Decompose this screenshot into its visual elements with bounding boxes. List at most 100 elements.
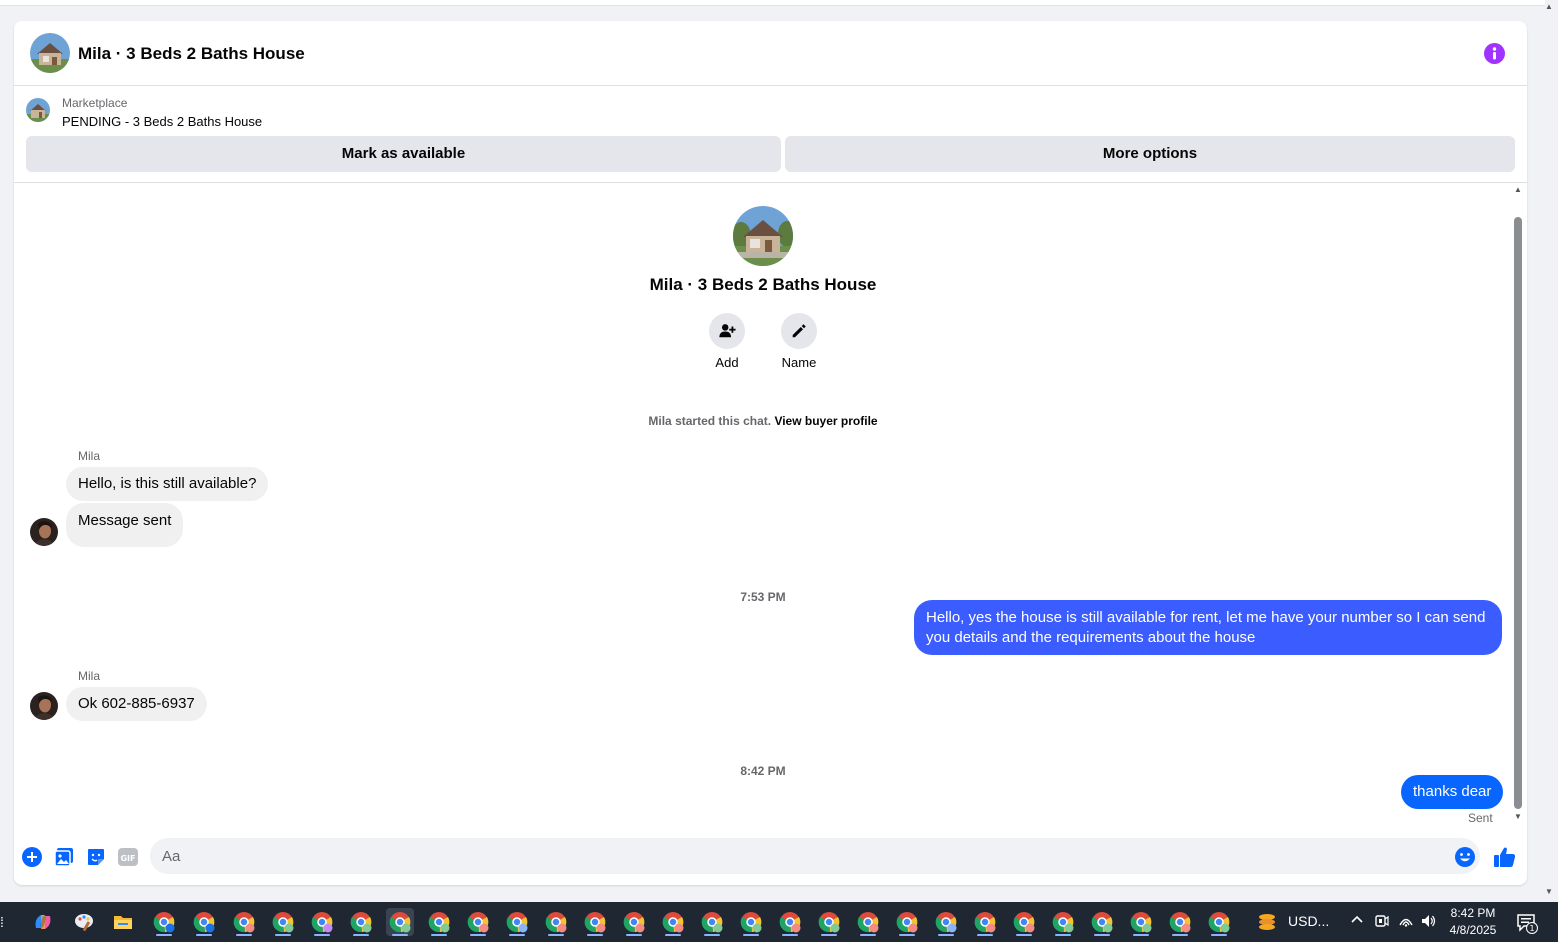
clock-date: 4/8/2025 (1449, 923, 1497, 937)
view-buyer-profile-link[interactable]: View buyer profile (774, 414, 877, 428)
notification-center-icon[interactable]: 1 (1515, 911, 1539, 935)
chrome-profile-icon[interactable] (269, 908, 297, 936)
running-indicator (236, 934, 252, 936)
window-scroll-up-arrow[interactable]: ▲ (1543, 2, 1555, 12)
incoming-message[interactable]: Ok 602-885-6937 (66, 687, 207, 721)
chrome-profile-icon[interactable] (308, 908, 336, 936)
mila-avatar[interactable] (30, 692, 58, 720)
scrollbar-thumb[interactable] (1514, 217, 1522, 809)
chrome-profile-icon[interactable] (150, 908, 178, 936)
chrome-profile-icon[interactable] (659, 908, 687, 936)
chrome-profile-icon[interactable] (932, 908, 960, 936)
marketplace-banner: Marketplace PENDING - 3 Beds 2 Baths Hou… (14, 87, 1527, 183)
outgoing-message[interactable]: Hello, yes the house is still available … (914, 600, 1502, 655)
message-status: Sent (1468, 811, 1493, 825)
name-label: Name (781, 355, 817, 370)
chrome-profile-icon[interactable] (737, 908, 765, 936)
chrome-profile-icon[interactable] (776, 908, 804, 936)
camera-status-icon[interactable] (1374, 913, 1390, 932)
edit-name-action[interactable]: Name (769, 313, 829, 370)
thumbs-up-icon[interactable] (1493, 845, 1517, 869)
chrome-profile-icon[interactable] (893, 908, 921, 936)
chat-intro-avatar (733, 206, 793, 266)
chrome-profile-icon[interactable] (1049, 908, 1077, 936)
listing-status: PENDING - 3 Beds 2 Baths House (62, 114, 263, 129)
running-indicator (196, 934, 212, 936)
chrome-profile-icon-active[interactable] (386, 908, 414, 936)
emoji-icon[interactable] (1454, 846, 1476, 868)
message-composer: GIF (14, 831, 1527, 885)
chrome-profile-icon[interactable] (464, 908, 492, 936)
gif-icon[interactable]: GIF (117, 846, 139, 868)
marketplace-label: Marketplace (62, 96, 128, 110)
running-indicator (314, 934, 330, 936)
chrome-profile-icon[interactable] (581, 908, 609, 936)
chrome-profile-icon[interactable] (1166, 908, 1194, 936)
currency-widget-label[interactable]: USD... (1288, 913, 1329, 929)
message-thread[interactable]: Mila · 3 Beds 2 Baths House Add Name Mil… (14, 183, 1527, 831)
mark-as-available-button[interactable]: Mark as available (26, 136, 781, 172)
running-indicator (938, 934, 954, 936)
message-timestamp: 8:42 PM (740, 764, 786, 778)
add-person-icon[interactable] (709, 313, 745, 349)
chrome-profile-icon[interactable] (190, 908, 218, 936)
message-sender-name: Mila (78, 449, 101, 463)
chrome-profile-icon[interactable] (1088, 908, 1116, 936)
message-sender-name: Mila (78, 669, 101, 683)
chrome-profile-icon[interactable] (230, 908, 258, 936)
chrome-profile-icon[interactable] (854, 908, 882, 936)
scroll-up-arrow[interactable]: ▲ (1513, 185, 1523, 195)
running-indicator (509, 934, 525, 936)
running-indicator (1094, 934, 1110, 936)
running-indicator (1211, 934, 1227, 936)
volume-icon[interactable] (1420, 913, 1436, 932)
incoming-message[interactable]: Message sent (66, 503, 184, 547)
running-indicator (977, 934, 993, 936)
add-people-action[interactable]: Add (697, 313, 757, 370)
running-indicator (392, 934, 408, 936)
more-options-button[interactable]: More options (785, 136, 1515, 172)
chrome-profile-icon[interactable] (1127, 908, 1155, 936)
message-input[interactable] (150, 838, 1480, 874)
currency-widget-icon[interactable] (1253, 908, 1281, 936)
chrome-profile-icon[interactable] (503, 908, 531, 936)
windows-taskbar: ⁞ USD... 8:42 PM 4/8/2025 1 (0, 902, 1558, 942)
sticker-icon[interactable] (85, 846, 107, 868)
svg-text:GIF: GIF (120, 854, 135, 863)
show-hidden-icons-chevron-icon[interactable] (1350, 913, 1364, 930)
window-scroll-down-arrow[interactable]: ▼ (1543, 886, 1555, 898)
photo-icon[interactable] (53, 846, 75, 868)
system-clock[interactable]: 8:42 PM 4/8/2025 (1440, 905, 1506, 939)
chrome-profile-icon[interactable] (698, 908, 726, 936)
chrome-profile-icon[interactable] (542, 908, 570, 936)
chrome-profile-icon[interactable] (1010, 908, 1038, 936)
mila-avatar[interactable] (30, 518, 58, 546)
chrome-profile-icon[interactable] (425, 908, 453, 936)
plus-icon[interactable] (21, 846, 43, 868)
chrome-profile-icon[interactable] (620, 908, 648, 936)
house-avatar[interactable] (30, 33, 70, 73)
running-indicator (1016, 934, 1032, 936)
running-indicator (587, 934, 603, 936)
wifi-icon[interactable] (1398, 913, 1414, 932)
outgoing-message[interactable]: thanks dear (1401, 775, 1504, 809)
copilot-icon[interactable] (29, 908, 57, 936)
running-indicator (899, 934, 915, 936)
running-indicator (743, 934, 759, 936)
chrome-profile-icon[interactable] (1205, 908, 1233, 936)
chrome-profile-icon[interactable] (815, 908, 843, 936)
paint-icon[interactable] (70, 908, 98, 936)
file-explorer-icon[interactable] (109, 908, 137, 936)
running-indicator (1055, 934, 1071, 936)
pencil-icon[interactable] (781, 313, 817, 349)
chrome-profile-icon[interactable] (347, 908, 375, 936)
info-icon[interactable] (1484, 43, 1505, 64)
scroll-down-arrow[interactable]: ▼ (1513, 811, 1523, 823)
messenger-panel: Mila · 3 Beds 2 Baths House Marketplace … (14, 21, 1527, 885)
chrome-profile-icon[interactable] (971, 908, 999, 936)
incoming-message[interactable]: Hello, is this still available? (66, 467, 269, 501)
chat-started-notice: Mila started this chat. View buyer profi… (14, 414, 1512, 428)
chat-scrollbar[interactable]: ▲ ▼ (1513, 185, 1523, 825)
start-button-icon[interactable]: ⁞ (0, 914, 6, 930)
running-indicator (704, 934, 720, 936)
